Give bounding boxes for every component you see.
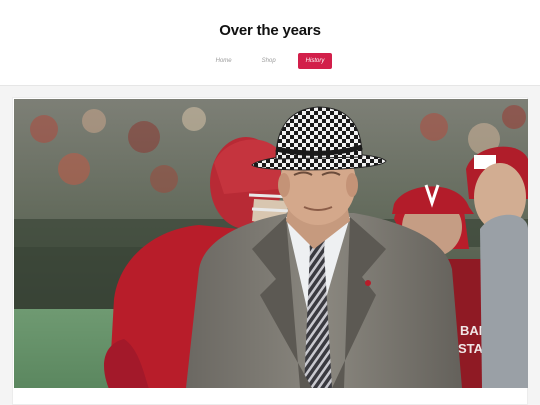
nav-item-history[interactable]: History	[297, 53, 333, 69]
page-title: Over the years	[219, 22, 321, 39]
hero-photo-illustration: BAM STA	[14, 99, 528, 388]
hero-photo: BAM STA	[14, 99, 528, 388]
nav-item-home[interactable]: Home	[208, 53, 240, 69]
history-card: BAM STA	[12, 97, 528, 405]
main-nav: Home Shop History	[0, 53, 540, 69]
svg-text:STA: STA	[458, 341, 484, 356]
nav-item-shop[interactable]: Shop	[254, 53, 284, 69]
site-header: Over the years Home Shop History	[0, 0, 540, 86]
